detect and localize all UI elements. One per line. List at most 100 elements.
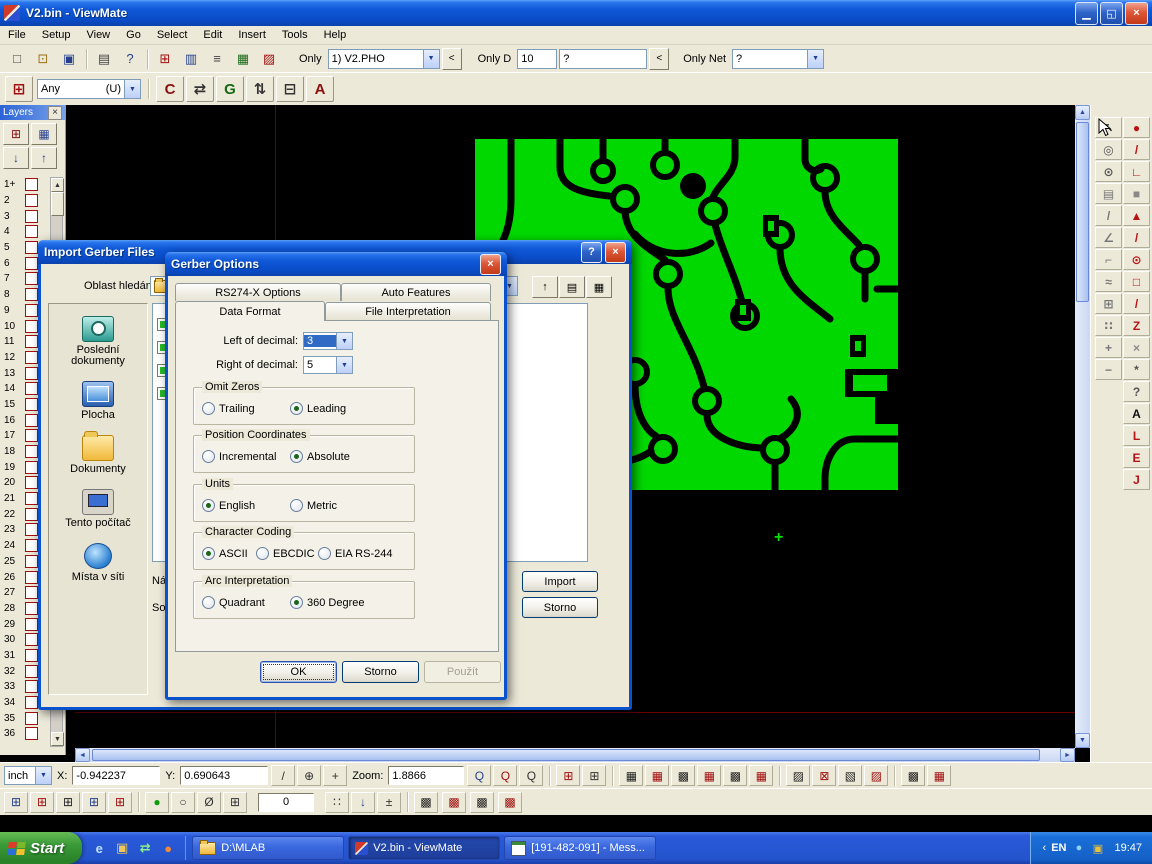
dcode-input[interactable]: 10 [517, 49, 557, 69]
layer-color-box[interactable] [25, 445, 38, 458]
cancel-button[interactable]: Storno [342, 661, 419, 683]
taskbar-item-viewmate[interactable]: V2.bin - ViewMate [348, 836, 500, 860]
grid-tool-icon[interactable]: ⊞ [1095, 293, 1122, 314]
layer-color-box[interactable] [25, 367, 38, 380]
pad-view-1-icon[interactable]: ▦ [619, 765, 643, 786]
chevron-down-icon[interactable]: ▼ [35, 767, 51, 784]
dots-grid-icon[interactable]: ∷ [325, 792, 349, 813]
layer-down-icon[interactable]: ↓ [3, 147, 29, 169]
radio-icon[interactable] [318, 547, 331, 560]
pad-view-2-icon[interactable]: ▦ [645, 765, 669, 786]
radio-icon[interactable] [202, 402, 215, 415]
layer-color-box[interactable] [25, 602, 38, 615]
h-pattern-icon[interactable]: ⊟ [276, 76, 304, 102]
layer-color-box[interactable] [25, 461, 38, 474]
menu-item[interactable]: Tools [274, 27, 316, 43]
trace-view-2-icon[interactable]: ⊠ [812, 765, 836, 786]
tab-data-format[interactable]: Data Format [175, 301, 325, 321]
layer-color-box[interactable] [25, 508, 38, 521]
radio-icon[interactable] [290, 450, 303, 463]
sync-icon[interactable]: ⇄ [136, 839, 154, 857]
layer-color-box[interactable] [25, 288, 38, 301]
layer-color-box[interactable] [25, 492, 38, 505]
layer-color-box[interactable] [25, 539, 38, 552]
layer-color-box[interactable] [25, 210, 38, 223]
restore-button[interactable]: ◱ [1100, 2, 1123, 25]
radio-metric[interactable]: Metric [290, 499, 337, 512]
layer-color-box[interactable] [25, 351, 38, 364]
language-indicator[interactable]: EN [1051, 842, 1066, 854]
tray-app-icon[interactable]: ▣ [1090, 841, 1105, 856]
pad-view-4-icon[interactable]: ▦ [697, 765, 721, 786]
corner-icon[interactable]: ⌐ [1095, 249, 1122, 270]
text-a-icon[interactable]: A [1123, 403, 1150, 424]
layers-panel-titlebar[interactable]: Layers × [0, 105, 65, 120]
net-view-2-icon[interactable]: ▦ [927, 765, 951, 786]
net-view-1-icon[interactable]: ▩ [901, 765, 925, 786]
tray-net-icon[interactable]: ● [1071, 841, 1086, 856]
layer-color-box[interactable] [25, 272, 38, 285]
layer-color-box[interactable] [25, 335, 38, 348]
right-decimal-combo[interactable]: 5 ▼ [303, 356, 353, 374]
layer-color-box[interactable] [25, 727, 38, 740]
dot-pattern-1-icon[interactable]: ▩ [414, 792, 438, 813]
dots-tool-icon[interactable]: ∷ [1095, 315, 1122, 336]
menu-item[interactable]: Help [316, 27, 355, 43]
layer-color-box[interactable] [25, 555, 38, 568]
gerber-dialog-titlebar[interactable]: Gerber Options × [165, 252, 507, 276]
radio-trailing[interactable]: Trailing [202, 402, 255, 415]
stack-icon[interactable]: ▤ [1095, 183, 1122, 204]
report-1-icon[interactable]: ⊞ [4, 792, 28, 813]
layer-color-box[interactable] [25, 194, 38, 207]
crosshair-icon[interactable]: + [323, 765, 347, 786]
draw-diagonal-icon[interactable]: / [1123, 293, 1150, 314]
pad-view-6-icon[interactable]: ▦ [749, 765, 773, 786]
circle-icon[interactable]: ○ [171, 792, 195, 813]
radio-icon[interactable] [290, 499, 303, 512]
pad-view-3-icon[interactable]: ▩ [671, 765, 695, 786]
minus-tool-icon[interactable]: − [1095, 359, 1122, 380]
radio-icon[interactable] [202, 450, 215, 463]
dcode-filter-input[interactable]: ? [559, 49, 647, 69]
draw-slash-icon[interactable]: / [1123, 227, 1150, 248]
browser-icon[interactable]: ● [159, 839, 177, 857]
view-menu-button[interactable]: ▦ [586, 276, 612, 298]
layer-color-box[interactable] [25, 712, 38, 725]
chevron-down-icon[interactable]: ▼ [423, 50, 439, 68]
layer-color-box[interactable] [25, 178, 38, 191]
draw-z-icon[interactable]: Z [1123, 315, 1150, 336]
layer-select-combo[interactable]: 1) V2.PHO▼ [328, 49, 440, 69]
layer-row[interactable]: 4 [0, 224, 48, 240]
layer-color-box[interactable] [25, 523, 38, 536]
close-button[interactable]: × [480, 254, 501, 275]
flip-horizontal-icon[interactable]: ⇄ [186, 76, 214, 102]
report-5-icon[interactable]: ⊞ [108, 792, 132, 813]
layer-color-box[interactable] [25, 696, 38, 709]
dot-pattern-2-icon[interactable]: ▩ [442, 792, 466, 813]
layers-close-icon[interactable]: × [48, 106, 62, 120]
layer-color-box[interactable] [25, 414, 38, 427]
layer-color-box[interactable] [25, 586, 38, 599]
net-select-combo[interactable]: ?▼ [732, 49, 824, 69]
cancel-button[interactable]: Storno [522, 597, 598, 618]
measure-line-icon[interactable]: / [271, 765, 295, 786]
draw-frame-icon[interactable]: □ [1123, 271, 1150, 292]
scroll-right-icon[interactable]: ► [1060, 748, 1075, 762]
start-button[interactable]: Start [0, 832, 82, 864]
save-icon[interactable]: ▣ [57, 48, 81, 70]
scroll-down-icon[interactable]: ▼ [1075, 733, 1090, 748]
trace-view-4-icon[interactable]: ▨ [864, 765, 888, 786]
apply-button[interactable]: Použít [424, 661, 501, 683]
explorer-icon[interactable]: ▣ [113, 839, 131, 857]
online-dot-icon[interactable]: ● [145, 792, 169, 813]
layer-color-box[interactable] [25, 304, 38, 317]
draw-dot-icon[interactable]: ● [1123, 117, 1150, 138]
layers-scroll-thumb[interactable] [51, 192, 64, 216]
layer-color-box[interactable] [25, 320, 38, 333]
tab-file-interpretation[interactable]: File Interpretation [325, 302, 491, 320]
grid-red-icon[interactable]: ⊞ [556, 765, 580, 786]
layer-color-box[interactable] [25, 633, 38, 646]
anchor-icon[interactable]: ± [377, 792, 401, 813]
layers-fill-icon[interactable]: ▦ [31, 123, 57, 145]
layer-row[interactable]: 36 [0, 726, 48, 742]
